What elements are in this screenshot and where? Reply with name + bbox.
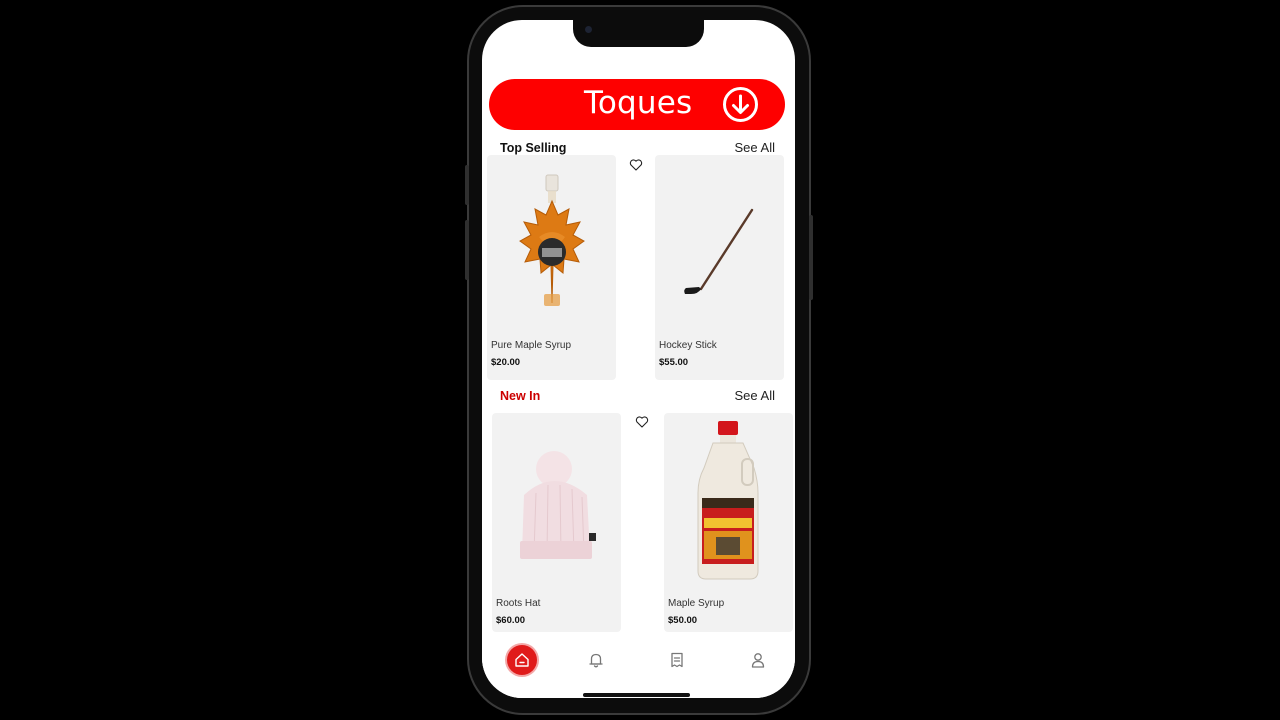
bottom-tab-bar xyxy=(482,632,795,698)
bell-icon xyxy=(589,653,603,668)
product-card-roots-hat[interactable]: Roots Hat $60.00 xyxy=(492,413,621,632)
phone-side-button xyxy=(809,215,813,300)
home-indicator[interactable] xyxy=(583,693,690,697)
hockey-stick-image xyxy=(684,208,754,294)
heart-icon[interactable] xyxy=(629,158,643,172)
tab-home[interactable] xyxy=(507,645,537,675)
phone-volume-button xyxy=(465,220,469,280)
maple-leaf-syrup-bottle-image xyxy=(519,174,585,306)
product-name: Hockey Stick xyxy=(659,340,717,351)
maple-syrup-jug-image xyxy=(697,421,759,580)
user-icon xyxy=(751,653,765,668)
product-card-hockey-stick[interactable]: Hockey Stick $55.00 xyxy=(655,155,784,380)
notch xyxy=(573,20,704,47)
see-all-top-selling-link[interactable]: See All xyxy=(735,140,775,155)
phone-volume-button xyxy=(465,165,469,205)
heart-icon[interactable] xyxy=(635,415,649,429)
product-name: Maple Syrup xyxy=(668,598,725,609)
product-price: $60.00 xyxy=(496,615,526,626)
banner-title: Toques xyxy=(584,85,693,121)
receipt-icon xyxy=(671,652,683,668)
product-price: $20.00 xyxy=(491,357,521,368)
section-title-top-selling: Top Selling xyxy=(500,141,567,155)
tab-notifications[interactable] xyxy=(581,645,611,675)
product-name: Pure Maple Syrup xyxy=(491,340,572,351)
camera xyxy=(585,26,592,33)
section-title-new-in: New In xyxy=(500,389,541,403)
see-all-new-in-link[interactable]: See All xyxy=(735,388,775,403)
product-price: $55.00 xyxy=(659,357,689,368)
pink-knit-toque-image xyxy=(520,451,596,559)
category-banner[interactable]: Toques xyxy=(489,79,785,130)
product-card-maple-syrup[interactable]: Maple Syrup $50.00 xyxy=(664,413,793,632)
product-price: $50.00 xyxy=(668,615,698,626)
product-card-pure-maple-syrup[interactable]: Pure Maple Syrup $20.00 xyxy=(487,155,616,380)
tab-profile[interactable] xyxy=(743,645,773,675)
arrow-down-circle-icon[interactable] xyxy=(722,86,759,123)
product-name: Roots Hat xyxy=(496,598,541,609)
tab-orders[interactable] xyxy=(662,645,692,675)
home-icon xyxy=(515,653,529,667)
app-screen: Toques Top Selling See All Pure Maple Sy… xyxy=(482,20,795,698)
